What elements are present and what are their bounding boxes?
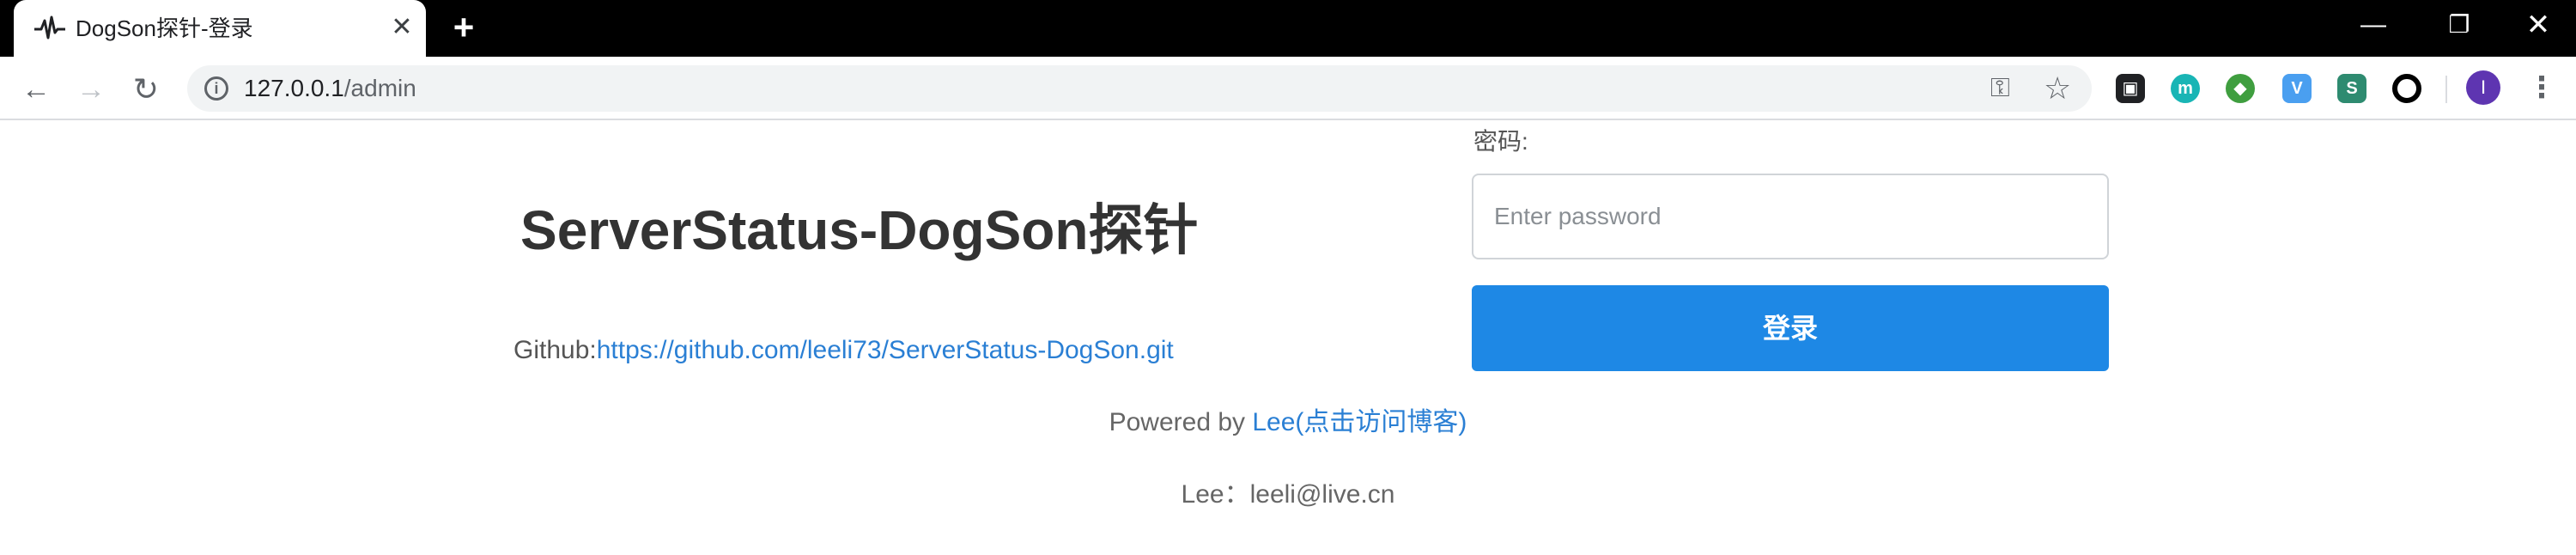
url-text[interactable]: 127.0.0.1/admin [244, 75, 416, 102]
forward-button[interactable]: → [72, 70, 110, 108]
extension-4-icon[interactable]: V [2282, 74, 2312, 103]
browser-toolbar: ← → ↻ i 127.0.0.1/admin ⚿ ☆ ▣ m ◆ V S I … [0, 57, 2576, 120]
contact-line: Lee：leeli@live.cn [0, 479, 2576, 510]
extension-3-icon[interactable]: ◆ [2226, 74, 2255, 103]
extension-2-icon[interactable]: m [2171, 74, 2200, 103]
password-input[interactable] [1472, 174, 2109, 259]
contact-email: leeli@live.cn [1249, 480, 1395, 509]
reload-button[interactable]: ↻ [127, 70, 165, 108]
site-info-icon[interactable]: i [204, 76, 228, 101]
page-content: ServerStatus-DogSon探针 Github:https://git… [0, 122, 2576, 555]
powered-by-line: Powered by Lee(点击访问博客) [0, 407, 2576, 438]
profile-avatar[interactable]: I [2466, 70, 2500, 105]
bookmark-star-icon[interactable]: ☆ [2044, 70, 2071, 107]
window-close-button[interactable]: ✕ [2507, 0, 2569, 50]
contact-name: Lee [1181, 480, 1224, 509]
extension-6-icon[interactable] [2392, 74, 2421, 103]
password-label: 密码: [1473, 128, 1528, 155]
tab-title: DogSon探针-登录 [76, 15, 253, 41]
back-button[interactable]: ← [17, 70, 55, 108]
extension-1-icon[interactable]: ▣ [2116, 74, 2145, 103]
url-path: /admin [343, 75, 416, 101]
url-host: 127.0.0.1 [244, 75, 344, 101]
toolbar-divider [2445, 76, 2447, 103]
login-button[interactable]: 登录 [1472, 285, 2109, 371]
new-tab-button[interactable]: + [447, 9, 481, 46]
address-bar[interactable]: i 127.0.0.1/admin ⚿ ☆ [187, 65, 2092, 112]
blog-link[interactable]: Lee(点击访问博客) [1252, 408, 1467, 436]
github-link[interactable]: https://github.com/leeli73/ServerStatus-… [597, 336, 1174, 364]
github-label: Github: [513, 336, 597, 364]
tab-strip: DogSon探针-登录 ✕ + — ❐ ✕ [0, 0, 2576, 57]
contact-separator: ： [1224, 480, 1250, 509]
window-minimize-button[interactable]: — [2342, 0, 2404, 50]
browser-menu-icon[interactable]: ⋮ [2524, 70, 2559, 105]
page-title: ServerStatus-DogSon探针 [520, 199, 1199, 261]
powered-by-label: Powered by [1109, 408, 1253, 436]
window-restore-button[interactable]: ❐ [2428, 0, 2490, 50]
heartbeat-icon [34, 15, 65, 40]
extension-5-icon[interactable]: S [2337, 74, 2366, 103]
github-line: Github:https://github.com/leeli73/Server… [513, 335, 1174, 366]
tab-close-icon[interactable]: ✕ [386, 12, 417, 43]
key-icon[interactable]: ⚿ [1990, 74, 2010, 103]
browser-tab[interactable]: DogSon探针-登录 ✕ [14, 0, 426, 57]
